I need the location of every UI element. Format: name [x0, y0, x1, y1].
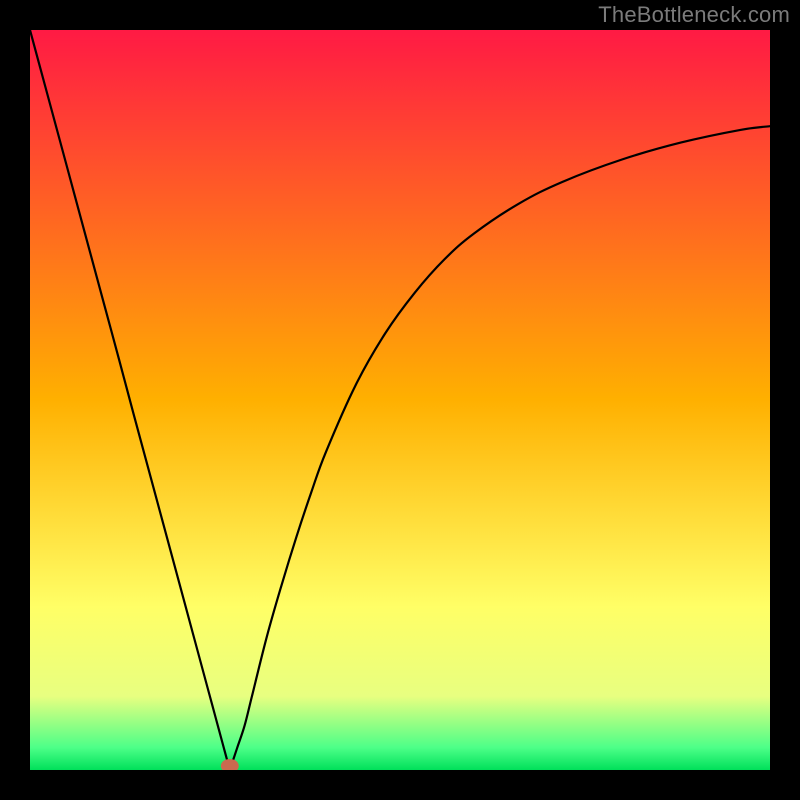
watermark-text: TheBottleneck.com: [598, 2, 790, 28]
chart-frame: TheBottleneck.com: [0, 0, 800, 800]
chart-svg: [30, 30, 770, 770]
chart-plot-area: [30, 30, 770, 770]
